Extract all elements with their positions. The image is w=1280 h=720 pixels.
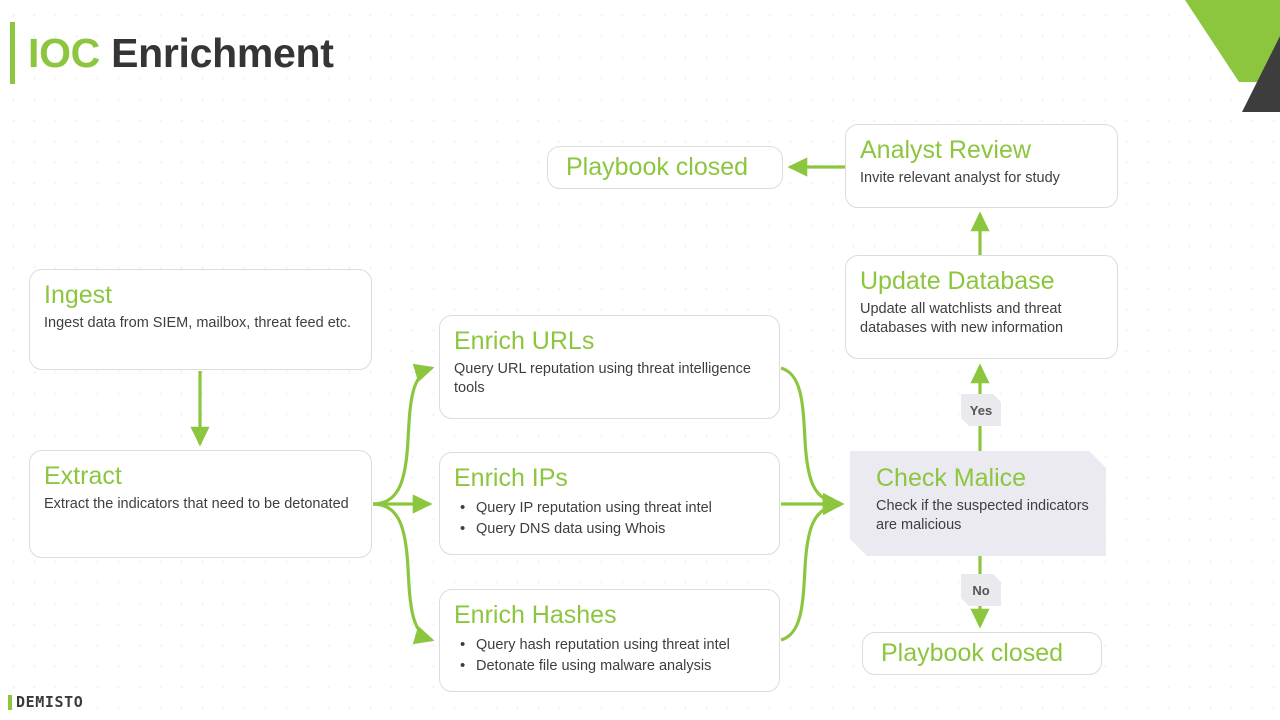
node-bullet-list: Query IP reputation using threat intel Q… xyxy=(454,497,765,540)
node-description: Check if the suspected indicators are ma… xyxy=(876,498,1089,533)
node-analyst-review[interactable]: Analyst Review Invite relevant analyst f… xyxy=(845,124,1118,208)
node-description: Update all watchlists and threat databas… xyxy=(860,301,1064,336)
node-title: Check Malice xyxy=(876,464,1027,492)
node-title: Enrich IPs xyxy=(454,464,568,492)
brand-logo: DEMISTO xyxy=(8,693,83,711)
node-bullet-list: Query hash reputation using threat intel… xyxy=(454,634,765,677)
edge-label-yes: Yes xyxy=(961,394,1001,426)
list-item: Query hash reputation using threat intel xyxy=(454,634,765,656)
node-playbook-closed-bottom[interactable]: Playbook closed xyxy=(862,632,1102,675)
list-item: Detonate file using malware analysis xyxy=(454,655,765,677)
node-title: Update Database xyxy=(860,267,1055,295)
logo-accent-bar xyxy=(8,694,12,710)
list-item: Query IP reputation using threat intel xyxy=(454,497,765,519)
node-description: Invite relevant analyst for study xyxy=(860,170,1060,186)
title-accent-bar xyxy=(10,22,15,84)
node-extract[interactable]: Extract Extract the indicators that need… xyxy=(29,450,372,558)
node-enrich-hashes[interactable]: Enrich Hashes Query hash reputation usin… xyxy=(439,589,780,692)
corner-decoration xyxy=(1185,0,1280,112)
edge-label-no: No xyxy=(961,574,1001,606)
node-title: Analyst Review xyxy=(860,136,1031,164)
node-title: Playbook closed xyxy=(566,153,749,181)
node-title: Extract xyxy=(44,462,122,490)
title-accent-text: IOC xyxy=(28,30,100,76)
title-main-text: Enrichment xyxy=(100,30,334,76)
list-item: Query DNS data using Whois xyxy=(454,518,765,540)
node-description: Extract the indicators that need to be d… xyxy=(44,496,349,512)
page-title: IOC Enrichment xyxy=(10,22,334,84)
node-title: Enrich URLs xyxy=(454,327,595,355)
node-description: Ingest data from SIEM, mailbox, threat f… xyxy=(44,315,352,331)
node-title: Enrich Hashes xyxy=(454,601,617,629)
node-playbook-closed-top[interactable]: Playbook closed xyxy=(547,146,783,189)
logo-text: DEMISTO xyxy=(16,693,84,711)
node-ingest[interactable]: Ingest Ingest data from SIEM, mailbox, t… xyxy=(29,269,372,370)
node-title: Playbook closed xyxy=(881,639,1064,667)
node-update-database[interactable]: Update Database Update all watchlists an… xyxy=(845,255,1118,359)
node-title: Ingest xyxy=(44,281,113,309)
node-check-malice[interactable]: Check Malice Check if the suspected indi… xyxy=(850,451,1106,556)
node-description: Query URL reputation using threat intell… xyxy=(454,361,751,396)
node-enrich-ips[interactable]: Enrich IPs Query IP reputation using thr… xyxy=(439,452,780,555)
node-enrich-urls[interactable]: Enrich URLs Query URL reputation using t… xyxy=(439,315,780,419)
